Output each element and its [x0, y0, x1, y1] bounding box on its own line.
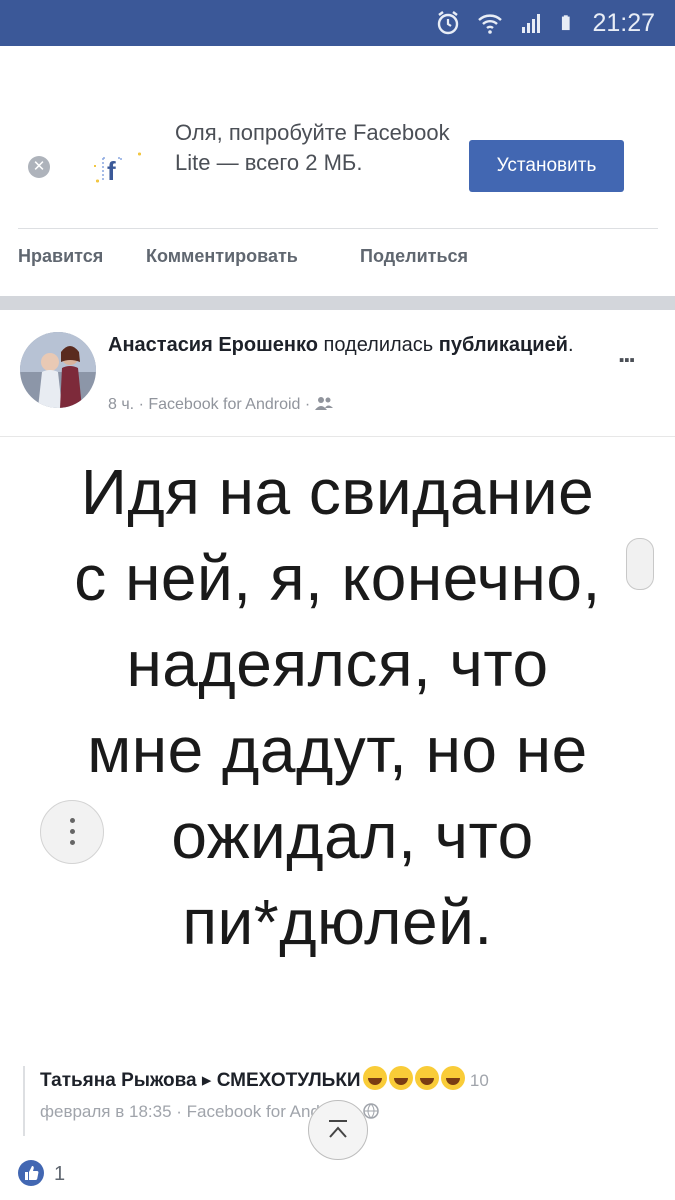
meme-line: пи*дюлей. — [182, 886, 493, 958]
more-options-button[interactable]: ... — [618, 338, 636, 369]
status-bar: 21:27 — [0, 0, 675, 46]
post-action-verb: поделилась — [323, 334, 434, 356]
grinning-emoji-icon — [440, 1066, 465, 1090]
feed-separator — [0, 296, 675, 310]
meme-line: с ней, я, конечно, — [74, 542, 601, 614]
laughing-emoji-icon — [414, 1066, 439, 1090]
signal-icon — [522, 14, 541, 33]
share-button[interactable]: Поделиться — [360, 246, 468, 267]
promo-text: Оля, попробуйте Facebook Lite — всего 2 … — [175, 120, 450, 175]
friends-icon — [314, 397, 333, 410]
divider — [18, 228, 658, 229]
floating-menu-icon[interactable] — [40, 800, 104, 864]
arrow-icon: ▸ — [201, 1070, 212, 1091]
laughing-emoji-icon — [388, 1066, 413, 1090]
post-author-line: Анастасия Ерошенко поделилась публикацие… — [108, 334, 574, 356]
post-header: Анастасия Ерошенко поделилась публикацие… — [0, 310, 675, 435]
meme-line: надеялся, что — [126, 628, 549, 700]
source-date-day: 10 — [469, 1071, 489, 1090]
battery-icon — [562, 15, 571, 31]
facebook-logo-icon: f — [94, 152, 141, 186]
author-name[interactable]: Анастасия Ерошенко — [108, 334, 318, 356]
post-meta: 8 ч. · Facebook for Android · — [108, 396, 333, 414]
scroll-handle[interactable] — [626, 538, 654, 590]
like-count: 1 — [54, 1163, 66, 1185]
quote-bar — [23, 1066, 25, 1136]
svg-text:f: f — [107, 156, 116, 186]
chevron-up-icon — [329, 1120, 347, 1138]
avatar[interactable] — [20, 332, 96, 408]
post-action-object[interactable]: публикацией — [439, 334, 568, 356]
install-button[interactable]: Установить — [469, 140, 624, 192]
post-actions: Нравится Комментировать Поделиться — [0, 246, 675, 280]
comment-button[interactable]: Комментировать — [146, 246, 298, 267]
meme-line: Идя на свидание — [80, 456, 595, 528]
thumbs-up-icon — [18, 1160, 44, 1186]
meme-line: мне дадут, но не — [87, 714, 588, 786]
wifi-icon — [478, 14, 503, 34]
alarm-icon — [438, 11, 459, 35]
facebook-lite-promo: ✕ f Оля, попробуйте Facebook Lite — всег… — [0, 46, 675, 224]
globe-icon — [363, 1103, 380, 1119]
close-icon[interactable]: ✕ — [28, 156, 50, 178]
post-meta-text: 8 ч. · Facebook for Android · — [108, 396, 311, 413]
laughing-emoji-icon — [362, 1066, 387, 1090]
like-button[interactable]: Нравится — [18, 246, 103, 267]
clock: 21:27 — [592, 8, 655, 37]
post-image[interactable]: Идя на свидание с ней, я, конечно, надея… — [0, 436, 675, 1018]
source-line: Татьяна Рыжова ▸ СМЕХОТУЛЬКИ 10 — [40, 1066, 489, 1092]
source-author[interactable]: Татьяна Рыжова — [40, 1070, 197, 1091]
source-group[interactable]: СМЕХОТУЛЬКИ — [217, 1070, 361, 1091]
reaction-summary[interactable]: 1 — [18, 1160, 65, 1186]
scroll-to-top-button[interactable] — [308, 1100, 368, 1160]
